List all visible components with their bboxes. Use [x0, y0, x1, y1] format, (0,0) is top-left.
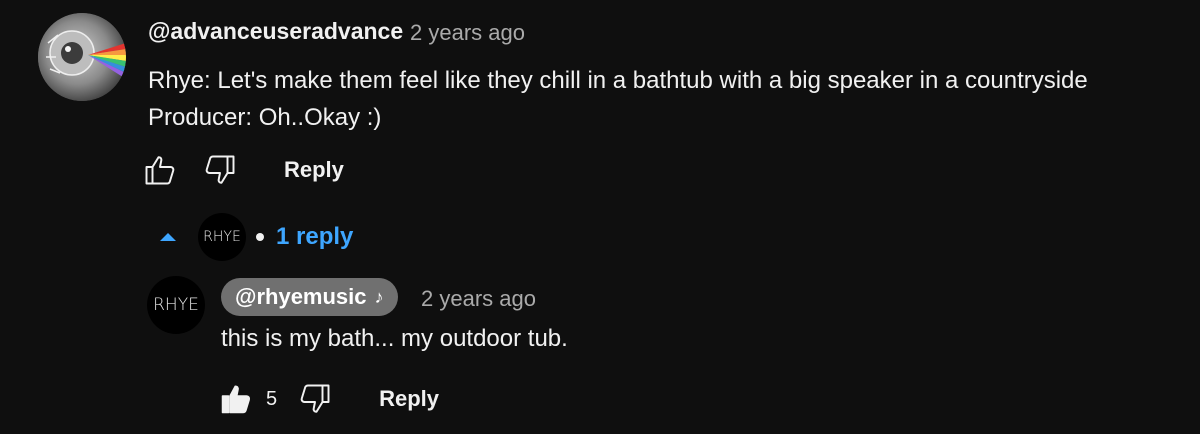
separator-dot [256, 233, 264, 241]
thumbs-up-outline-icon[interactable] [142, 152, 178, 188]
reply-actions: 5 Reply [218, 381, 439, 417]
reply-author-avatar[interactable]: RHYE [147, 276, 205, 334]
thumbs-up-filled-icon[interactable] [218, 381, 254, 417]
reply-button[interactable]: Reply [379, 386, 439, 412]
reply-author-handle: @rhyemusic [235, 284, 367, 309]
comment-actions: Reply [142, 152, 344, 188]
replies-toggle[interactable]: RHYE 1 reply [160, 212, 353, 262]
reply-button[interactable]: Reply [284, 157, 344, 183]
caret-up-icon [160, 233, 176, 241]
like-count: 5 [266, 387, 278, 410]
thumbs-down-outline-icon[interactable] [202, 152, 238, 188]
thumbs-down-outline-icon[interactable] [297, 381, 333, 417]
comment-text: Rhye: Let's make them feel like they chi… [148, 67, 1088, 131]
comment-timestamp[interactable]: 2 years ago [410, 20, 525, 46]
moon-eye-avatar[interactable] [38, 13, 126, 101]
avatar-image [38, 13, 126, 101]
music-note-icon: ♪ [374, 286, 384, 307]
comment-author-handle[interactable]: @advanceuseradvance [148, 18, 403, 45]
reply-text: this is my bath... my outdoor tub. [221, 325, 568, 352]
reply-author-handle-pill[interactable]: @rhyemusic ♪ [221, 278, 398, 316]
comment-thread: @advanceuseradvance 2 years ago Rhye: Le… [0, 0, 1200, 434]
reply-author-mini-avatar: RHYE [198, 213, 246, 261]
replies-count-link[interactable]: 1 reply [276, 223, 353, 251]
reply-timestamp[interactable]: 2 years ago [421, 286, 536, 312]
